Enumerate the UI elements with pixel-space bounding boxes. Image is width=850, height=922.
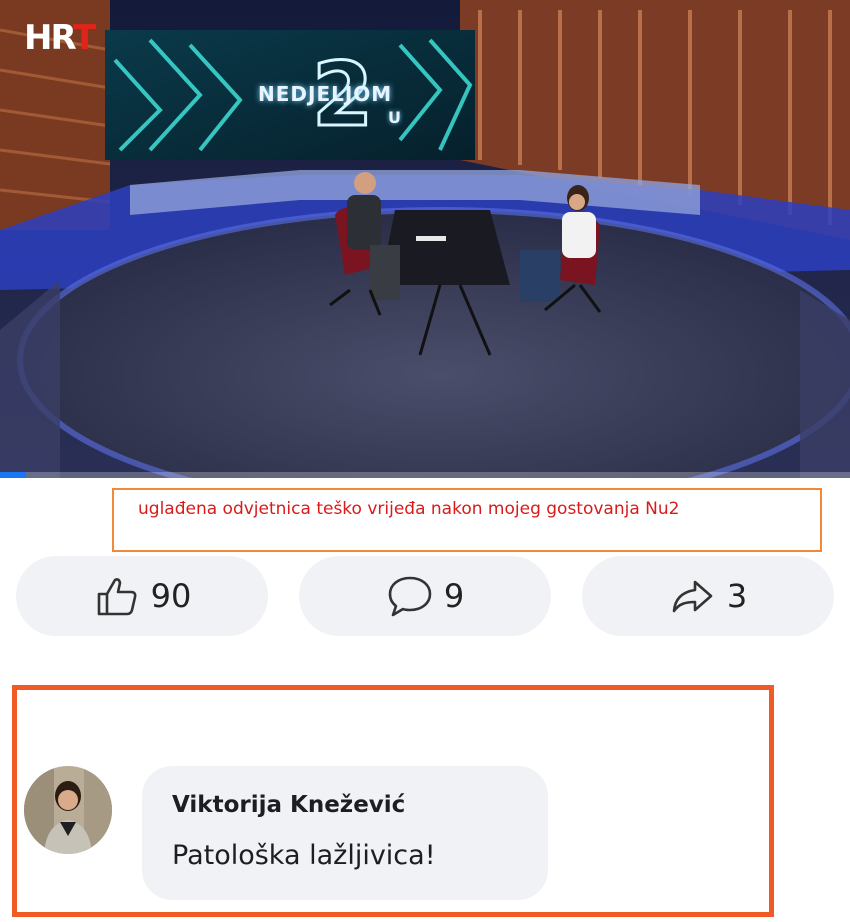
comment-text: Patološka lažljivica! bbox=[172, 840, 436, 871]
share-count: 3 bbox=[726, 577, 748, 615]
video-player[interactable]: 2 HRT NEDJELJOM U bbox=[0, 0, 850, 478]
caption-text: uglađena odvjetnica teško vrijeđa nakon … bbox=[138, 499, 680, 519]
avatar-photo bbox=[24, 766, 112, 854]
tv-studio-scene: 2 bbox=[0, 0, 850, 478]
caption-highlight-box: uglađena odvjetnica teško vrijeđa nakon … bbox=[112, 488, 822, 552]
share-button[interactable]: 3 bbox=[582, 556, 834, 636]
like-button[interactable]: 90 bbox=[16, 556, 268, 636]
video-progress-bar[interactable] bbox=[0, 472, 850, 478]
thumbs-up-icon bbox=[97, 578, 137, 616]
post-screenshot: 2 HRT NEDJELJOM U uglađena odvjetnica te… bbox=[0, 0, 850, 922]
comment-count: 9 bbox=[443, 577, 465, 615]
show-suffix: U bbox=[388, 108, 401, 127]
comment-button[interactable]: 9 bbox=[299, 556, 551, 636]
comment-bubble-icon bbox=[388, 576, 432, 617]
avatar[interactable] bbox=[24, 766, 112, 854]
comment-bubble[interactable]: Viktorija Knežević Patološka lažljivica! bbox=[142, 766, 548, 900]
comment-author[interactable]: Viktorija Knežević bbox=[172, 792, 405, 818]
video-progress-fill bbox=[0, 472, 26, 478]
share-arrow-icon bbox=[672, 580, 713, 613]
like-count: 90 bbox=[150, 577, 192, 615]
hrt-logo: HRT bbox=[24, 18, 96, 58]
show-title: NEDJELJOM bbox=[258, 82, 393, 106]
